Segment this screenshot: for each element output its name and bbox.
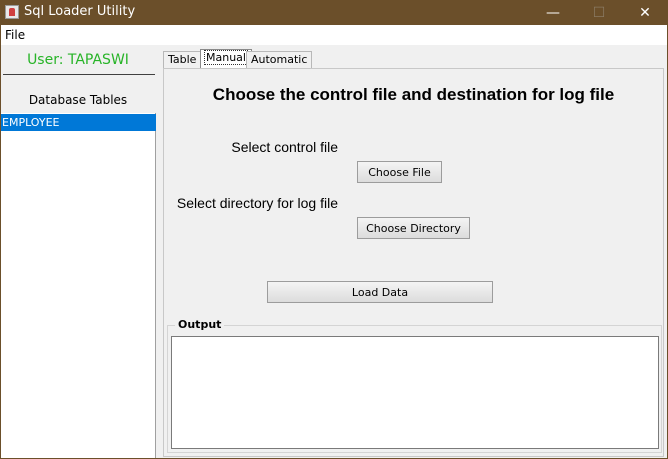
tab-label: Manual	[204, 50, 248, 65]
maximize-button[interactable]: ☐	[576, 0, 622, 25]
tables-heading: Database Tables	[28, 93, 128, 107]
menu-bar: File	[1, 25, 667, 45]
close-button[interactable]: ✕	[622, 0, 668, 25]
choose-file-button[interactable]: Choose File	[357, 161, 442, 183]
table-list-item[interactable]: EMPLOYEE	[1, 114, 156, 131]
tab-label: Automatic	[251, 53, 308, 66]
output-group: Output	[167, 318, 662, 453]
divider	[3, 74, 155, 75]
output-textarea[interactable]	[171, 336, 659, 449]
menu-file[interactable]: File	[4, 28, 26, 42]
output-title: Output	[175, 318, 225, 331]
minimize-button[interactable]: —	[530, 0, 576, 25]
tab-manual[interactable]: Manual	[200, 49, 252, 70]
user-label: User: TAPASWI	[27, 52, 129, 68]
log-directory-label: Select directory for log file	[176, 195, 338, 211]
app-icon	[5, 5, 19, 19]
load-data-button[interactable]: Load Data	[267, 281, 493, 303]
panel-heading: Choose the control file and destination …	[212, 85, 615, 104]
table-list[interactable]: EMPLOYEE	[1, 113, 156, 458]
tab-automatic[interactable]: Automatic	[246, 51, 313, 69]
control-file-label: Select control file	[231, 139, 338, 155]
window-title: Sql Loader Utility	[24, 4, 136, 19]
sidebar: User: TAPASWI Database Tables EMPLOYEE	[1, 45, 157, 458]
manual-tab-panel: Choose the control file and destination …	[163, 68, 664, 457]
main-window: File User: TAPASWI Database Tables EMPLO…	[1, 25, 667, 458]
tab-label: Table	[168, 53, 197, 66]
title-bar: Sql Loader Utility — ☐ ✕	[0, 0, 668, 25]
tab-table[interactable]: Table	[163, 51, 202, 69]
choose-directory-button[interactable]: Choose Directory	[357, 217, 470, 239]
